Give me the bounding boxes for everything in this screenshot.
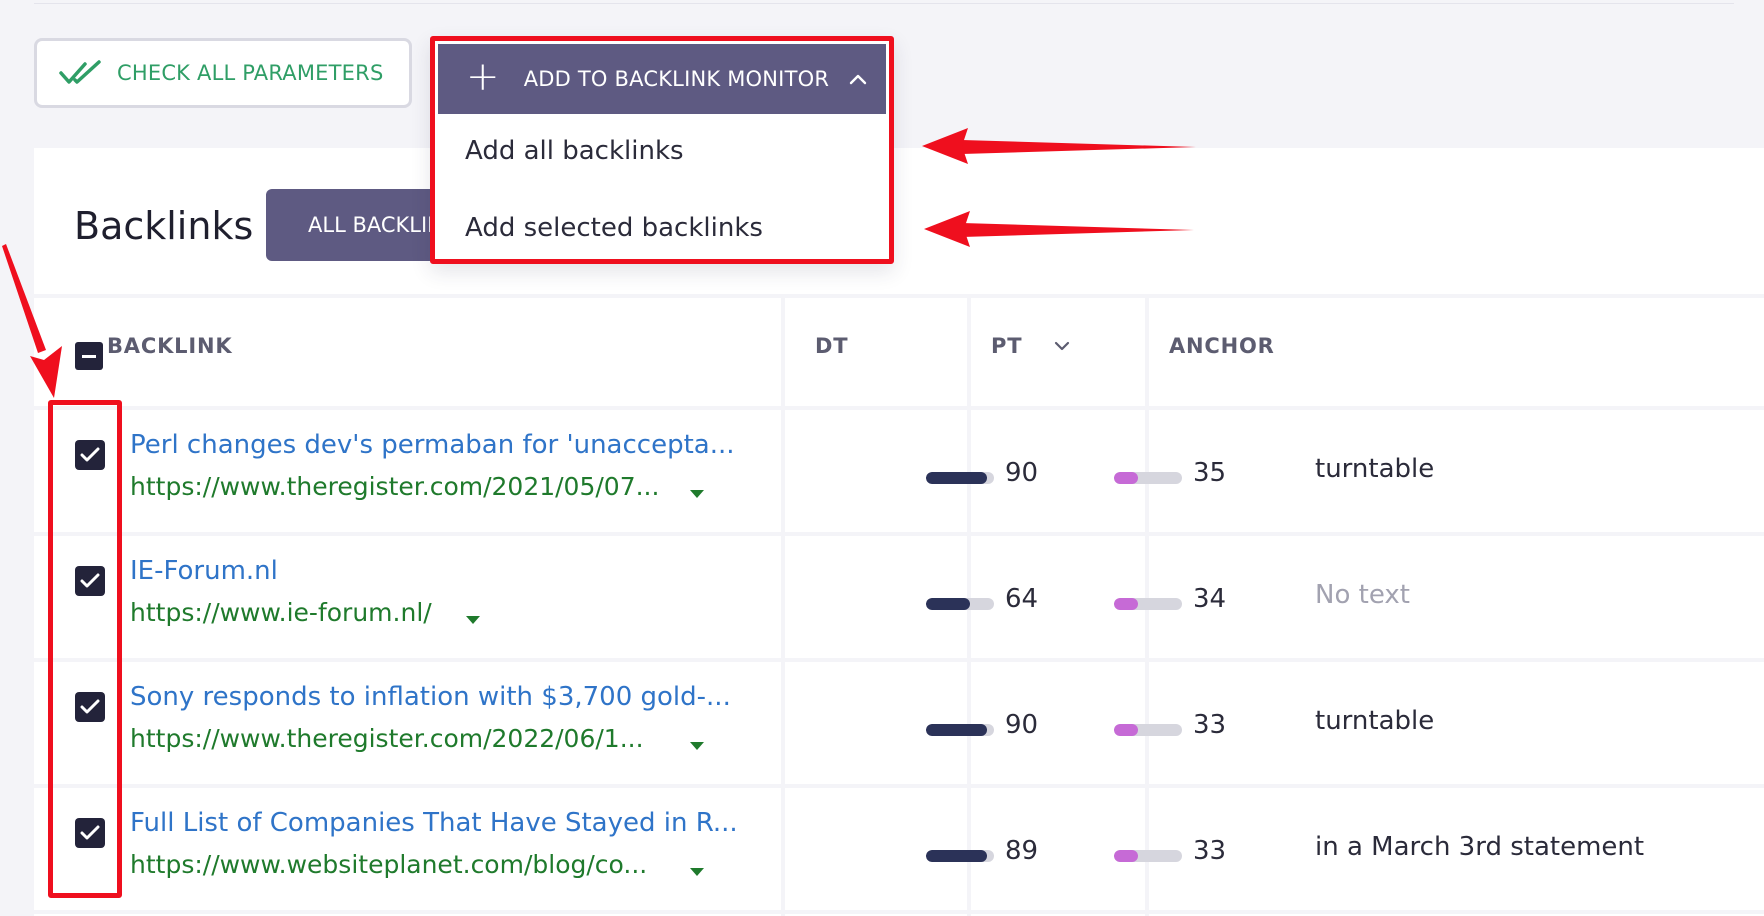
annotation-arrow-down — [2, 244, 62, 398]
annotation-arrow-right-1 — [922, 128, 1196, 164]
annotation-arrows — [2, 128, 1196, 398]
annotation-arrow-right-2 — [924, 211, 1194, 247]
